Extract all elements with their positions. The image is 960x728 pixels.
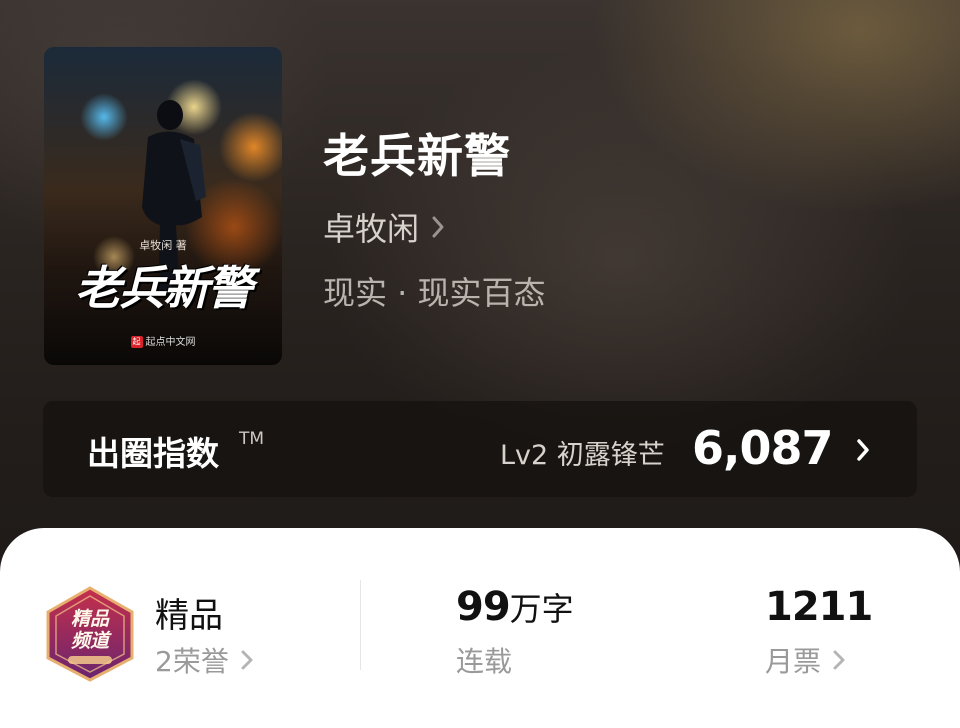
- trademark-mark: TM: [239, 429, 265, 449]
- stats-divider: [360, 580, 361, 670]
- publisher-name: 起点中文网: [145, 337, 196, 348]
- cover-title: 老兵新警: [75, 261, 253, 315]
- word-count-unit: 万字: [509, 590, 574, 628]
- book-genre[interactable]: 现实 · 现实百态: [323, 268, 546, 314]
- monthly-tickets: 1211: [765, 584, 873, 630]
- word-count-number: 99: [456, 584, 511, 630]
- quality-title: 精品: [155, 596, 223, 636]
- author-name: 卓牧闲: [323, 210, 420, 248]
- serial-status: 连载: [456, 640, 512, 680]
- author-link[interactable]: 卓牧闲: [323, 204, 445, 250]
- word-count: 99万字: [456, 584, 574, 630]
- chevron-right-icon: [857, 439, 869, 461]
- popularity-index-bar[interactable]: 出圈指数 TM Lv2 初露锋芒 6,087: [43, 401, 917, 497]
- cover-publisher: 起起点中文网: [44, 333, 282, 348]
- index-level: Lv2 初露锋芒: [500, 440, 665, 471]
- chevron-right-icon: [432, 216, 444, 238]
- monthly-tickets-label: 月票: [765, 645, 822, 678]
- publisher-logo-icon: 起: [130, 336, 143, 348]
- book-cover[interactable]: 卓牧闲 著 老兵新警 起起点中文网: [44, 47, 282, 365]
- chevron-right-icon: [833, 650, 845, 670]
- serial-status-label: 连载: [456, 645, 513, 678]
- badge-line-2: 频道: [70, 630, 109, 652]
- cover-author-tag: 卓牧闲 著: [139, 239, 187, 252]
- book-title: 老兵新警: [323, 129, 511, 183]
- index-label: 出圈指数: [87, 434, 219, 473]
- monthly-tickets-number: 1211: [765, 584, 873, 630]
- chevron-right-icon: [241, 650, 253, 670]
- badge-line-1: 精品: [70, 608, 109, 630]
- honors-link[interactable]: 2荣誉: [155, 640, 253, 680]
- badge-label: 精品 频道: [44, 608, 136, 652]
- quality-badge-icon[interactable]: 精品 频道: [44, 586, 136, 682]
- monthly-tickets-link[interactable]: 月票: [765, 640, 845, 680]
- honors-label: 2荣誉: [155, 645, 229, 678]
- index-value: 6,087: [692, 421, 834, 475]
- stats-card: 精品 频道 精品 2荣誉 99万字 连载 1211 月票: [0, 528, 960, 728]
